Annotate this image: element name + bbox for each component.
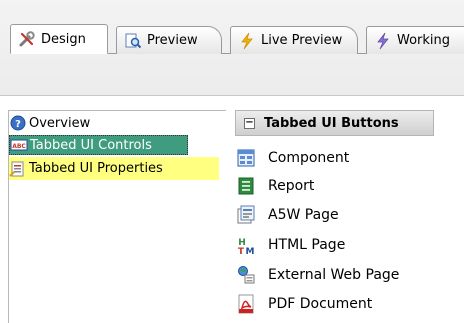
topic-tree: ? Overview ABC Tabbed UI Controls Tabbed… xyxy=(8,110,226,323)
html-page-icon: H T M xyxy=(236,235,256,255)
tab-design[interactable]: Design xyxy=(10,24,108,54)
button-item-label: External Web Page xyxy=(268,267,400,283)
tree-item-overview[interactable]: ? Overview xyxy=(9,113,219,133)
panel-header[interactable]: − Tabbed UI Buttons xyxy=(235,110,434,136)
tools-icon xyxy=(18,30,36,48)
tabbed-ui-buttons-panel: − Tabbed UI Buttons Component Report A5W… xyxy=(232,110,464,323)
help-icon: ? xyxy=(9,114,27,132)
tab-design-label: Design xyxy=(41,31,86,47)
tab-working[interactable]: Working xyxy=(366,26,464,54)
button-item-label: A5W Page xyxy=(268,207,339,223)
properties-icon xyxy=(9,160,27,178)
button-item-label: Component xyxy=(268,150,350,166)
button-item-pdf-document[interactable]: PDF Document xyxy=(236,293,372,315)
button-item-label: PDF Document xyxy=(268,296,373,312)
tree-item-label: Tabbed UI Controls xyxy=(30,137,152,153)
external-web-page-icon xyxy=(236,265,256,285)
svg-text:T: T xyxy=(238,247,245,255)
tree-item-tabbed-ui-properties[interactable]: Tabbed UI Properties xyxy=(9,157,219,180)
magnifier-page-icon xyxy=(124,32,142,50)
tab-preview[interactable]: Preview xyxy=(116,26,222,54)
tab-strip: Design Preview Live Preview Working xyxy=(0,0,464,96)
button-item-html-page[interactable]: H T M HTML Page xyxy=(236,234,345,256)
svg-text:M: M xyxy=(246,247,255,255)
svg-text:?: ? xyxy=(15,119,21,130)
lightning-icon xyxy=(374,32,392,50)
designer-window: Design Preview Live Preview Working ? Ov… xyxy=(0,0,464,323)
button-item-report[interactable]: Report xyxy=(236,175,314,197)
tree-item-label: Tabbed UI Properties xyxy=(29,161,163,176)
button-item-label: Report xyxy=(268,178,315,194)
abc-controls-icon: ABC xyxy=(10,136,28,154)
button-item-label: HTML Page xyxy=(268,237,346,253)
a5w-page-icon xyxy=(236,205,256,225)
svg-text:ABC: ABC xyxy=(12,143,26,150)
collapse-button[interactable]: − xyxy=(244,117,255,129)
tab-preview-label: Preview xyxy=(147,33,198,48)
report-icon xyxy=(236,176,256,196)
component-icon xyxy=(236,148,256,168)
button-item-external-web-page[interactable]: External Web Page xyxy=(236,264,399,286)
lightning-icon xyxy=(238,32,256,50)
tree-item-label: Overview xyxy=(29,115,91,131)
tree-item-tabbed-ui-controls[interactable]: ABC Tabbed UI Controls xyxy=(9,135,188,155)
panel-title: Tabbed UI Buttons xyxy=(264,115,399,131)
tab-working-label: Working xyxy=(397,33,451,48)
button-item-a5w-page[interactable]: A5W Page xyxy=(236,204,339,226)
tab-live-preview[interactable]: Live Preview xyxy=(230,26,358,54)
pdf-document-icon xyxy=(236,294,256,314)
tab-live-preview-label: Live Preview xyxy=(261,33,343,48)
button-item-component[interactable]: Component xyxy=(236,147,349,169)
